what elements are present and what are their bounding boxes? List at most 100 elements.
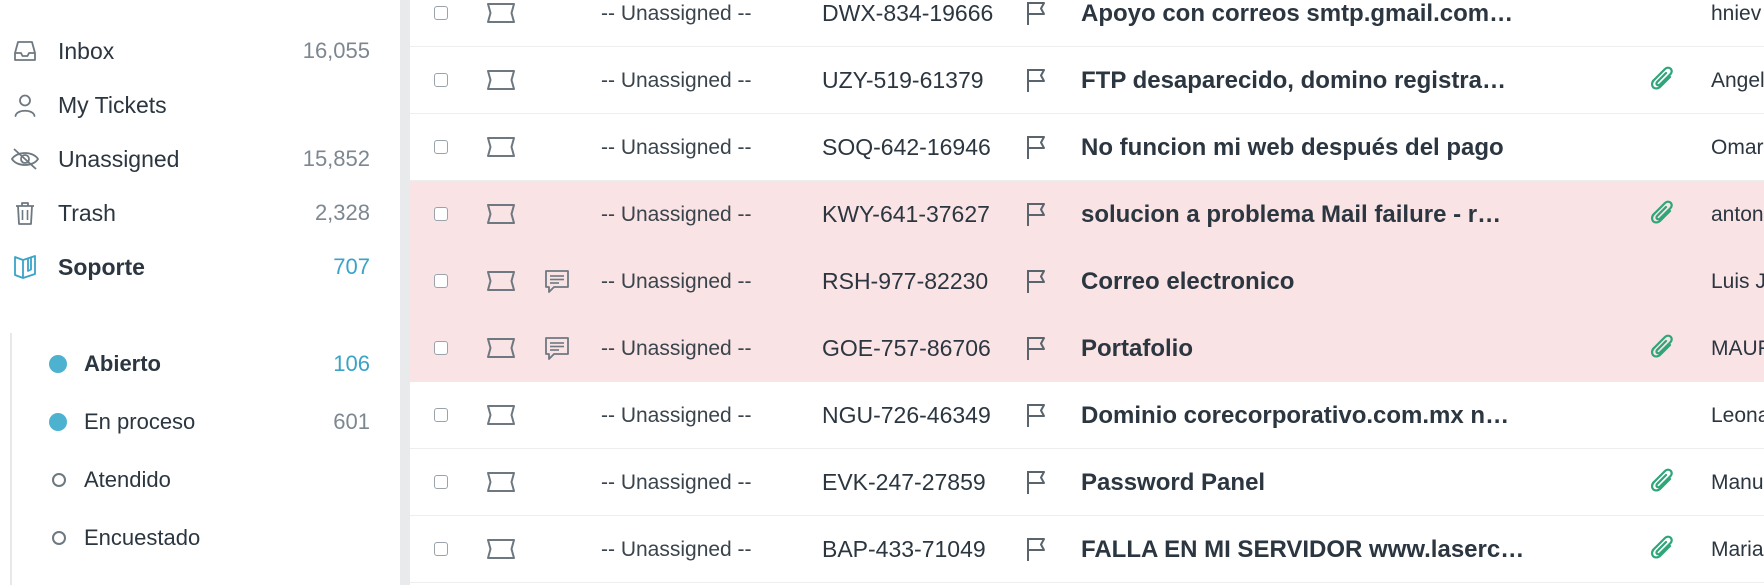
status-label: Atendido [84,467,171,492]
ticket-id[interactable]: DWX-834-19666 [822,0,993,47]
trash-icon [10,198,40,228]
sidebar-item-inbox[interactable]: Inbox 16,055 [0,24,400,78]
status-count: 106 [333,351,370,376]
ticket-id[interactable]: GOE-757-86706 [822,315,991,382]
ticket-assignee[interactable]: -- Unassigned -- [601,47,752,114]
ticket-sender: Maria [1711,537,1764,561]
ticket-icon [485,269,517,298]
sidebar-divider[interactable] [400,0,410,585]
row-checkbox[interactable] [434,341,448,355]
sidebar: Inbox 16,055 My Tickets Unassigned 15,85… [0,0,400,585]
ticket-subject[interactable]: Password Panel [1081,449,1265,516]
ticket-row[interactable]: -- Unassigned -- BAP-433-71049 FALLA EN MI… [410,516,1764,583]
ticket-assignee[interactable]: -- Unassigned -- [601,0,752,47]
flag-icon[interactable] [1024,267,1048,300]
sidebar-item-label: Unassigned [58,145,180,172]
ticket-subject[interactable]: Portafolio [1081,315,1193,382]
row-checkbox[interactable] [434,140,448,154]
ticket-icon [485,135,517,164]
ticket-id[interactable]: NGU-726-46349 [822,382,991,449]
flag-icon[interactable] [1024,401,1048,434]
flag-icon[interactable] [1024,133,1048,166]
ticket-assignee[interactable]: -- Unassigned -- [601,248,752,315]
ticket-row[interactable]: -- Unassigned -- SOQ-642-16946 No funcion … [410,114,1764,181]
ticket-id[interactable]: RSH-977-82230 [822,248,988,315]
flag-icon[interactable] [1024,0,1048,32]
ticket-row[interactable]: -- Unassigned -- RSH-977-82230 Correo elec… [410,248,1764,315]
book-icon [10,252,40,282]
comment-icon [543,268,571,301]
ticket-row[interactable]: -- Unassigned -- KWY-641-37627 solucion a … [410,181,1764,248]
status-item-atendido[interactable]: Atendido [0,453,400,507]
flag-icon[interactable] [1024,334,1048,367]
status-item-encuestado[interactable]: Encuestado [0,511,400,565]
ticket-icon [485,470,517,499]
status-label: Encuestado [84,525,201,550]
ticket-subject[interactable]: Dominio corecorporativo.com.mx n… [1081,382,1509,449]
sidebar-item-label: Trash [58,199,116,226]
flag-icon[interactable] [1024,468,1048,501]
status-item-en-proceso[interactable]: En proceso 601 [0,395,400,449]
sidebar-item-count: 2,328 [314,200,370,225]
ticket-sender: Omar [1711,135,1764,159]
flag-icon[interactable] [1024,200,1048,233]
ticket-id[interactable]: UZY-519-61379 [822,47,984,114]
ticket-row[interactable]: -- Unassigned -- NGU-726-46349 Dominio cor… [410,382,1764,449]
eye-slash-icon [10,144,40,174]
ticket-assignee[interactable]: -- Unassigned -- [601,382,752,449]
ticket-icon [485,336,517,365]
row-checkbox[interactable] [434,475,448,489]
ticket-list: -- Unassigned -- DWX-834-19666 Apoyo con c… [410,0,1764,585]
sidebar-item-label: My Tickets [58,91,167,118]
sidebar-item-count: 707 [333,254,370,279]
ticket-row[interactable]: -- Unassigned -- UZY-519-61379 FTP desapar… [410,47,1764,114]
ticket-icon [485,202,517,231]
row-checkbox[interactable] [434,408,448,422]
ticket-assignee[interactable]: -- Unassigned -- [601,315,752,382]
flag-icon[interactable] [1024,535,1048,568]
status-dot-icon [52,531,66,545]
ticket-icon [485,403,517,432]
sidebar-item-count: 15,852 [302,146,370,171]
sidebar-item-my-tickets[interactable]: My Tickets [0,78,400,132]
ticket-subject[interactable]: solucion a problema Mail failure - r… [1081,181,1501,248]
ticket-subject[interactable]: No funcion mi web después del pago [1081,114,1504,181]
status-dot-icon [52,473,66,487]
row-checkbox[interactable] [434,207,448,221]
ticket-subject[interactable]: Apoyo con correos smtp.gmail.com… [1081,0,1513,47]
row-checkbox[interactable] [434,274,448,288]
ticket-id[interactable]: BAP-433-71049 [822,516,986,583]
sidebar-item-trash[interactable]: Trash 2,328 [0,186,400,240]
sidebar-item-count: 16,055 [302,38,370,63]
ticket-assignee[interactable]: -- Unassigned -- [601,181,752,248]
ticket-sender: Angel [1711,68,1764,92]
ticket-id[interactable]: EVK-247-27859 [822,449,986,516]
ticket-sender: Manu [1711,470,1764,494]
ticket-sender: MAUR [1711,336,1764,360]
ticket-id[interactable]: KWY-641-37627 [822,181,990,248]
ticket-assignee[interactable]: -- Unassigned -- [601,449,752,516]
paperclip-icon [1650,65,1676,100]
ticket-row[interactable]: -- Unassigned -- GOE-757-86706 Portafolio M… [410,315,1764,382]
row-checkbox[interactable] [434,6,448,20]
ticket-sender: Leona [1711,403,1764,427]
ticket-subject[interactable]: FALLA EN MI SERVIDOR www.laserc… [1081,516,1524,583]
sidebar-item-soporte[interactable]: Soporte 707 [0,240,400,294]
ticket-subject[interactable]: Correo electronico [1081,248,1294,315]
user-icon [10,90,40,120]
paperclip-icon [1650,467,1676,502]
status-item-abierto[interactable]: Abierto 106 [0,337,400,391]
flag-icon[interactable] [1024,66,1048,99]
ticket-id[interactable]: SOQ-642-16946 [822,114,991,181]
ticket-assignee[interactable]: -- Unassigned -- [601,516,752,583]
row-checkbox[interactable] [434,542,448,556]
ticket-row[interactable]: -- Unassigned -- EVK-247-27859 Password Pa… [410,449,1764,516]
paperclip-icon [1650,199,1676,234]
ticket-row[interactable]: -- Unassigned -- DWX-834-19666 Apoyo con c… [410,0,1764,47]
ticket-subject[interactable]: FTP desaparecido, domino registra… [1081,47,1506,114]
status-count: 601 [333,409,370,434]
ticket-assignee[interactable]: -- Unassigned -- [601,114,752,181]
sidebar-item-unassigned[interactable]: Unassigned 15,852 [0,132,400,186]
row-checkbox[interactable] [434,73,448,87]
sidebar-item-label: Soporte [58,253,145,280]
